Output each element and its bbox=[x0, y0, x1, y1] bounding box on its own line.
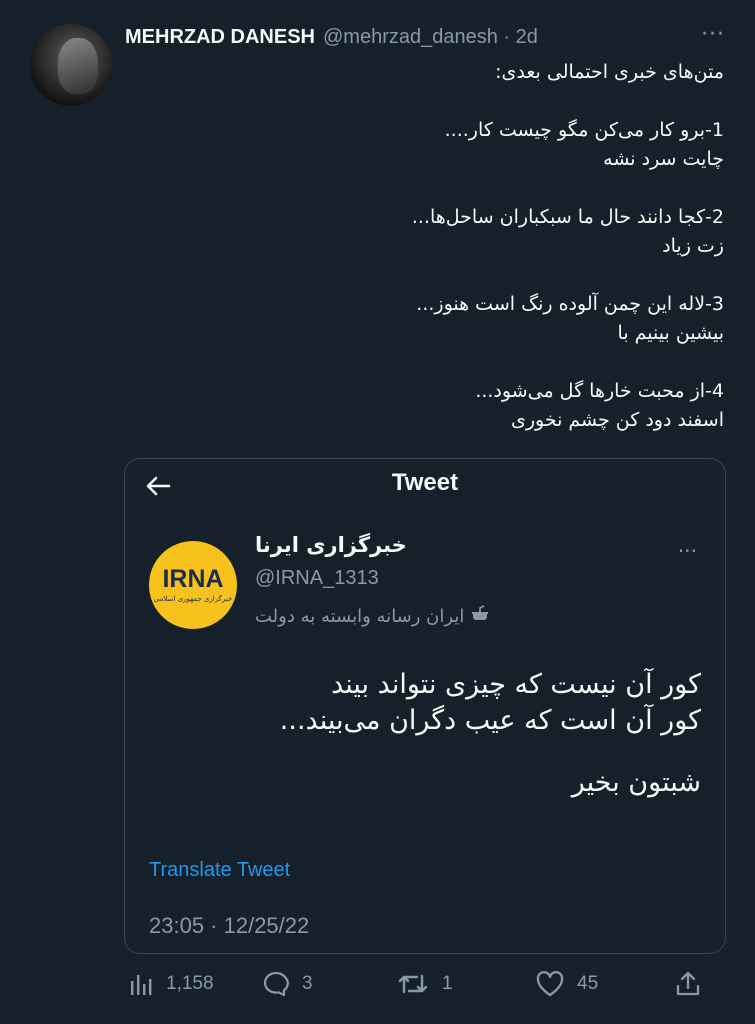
quoted-author-handle[interactable]: @IRNA_1313 bbox=[255, 567, 379, 590]
tweet-line bbox=[124, 348, 724, 377]
author-handle[interactable]: @mehrzad_danesh · 2d bbox=[323, 26, 538, 49]
retweet-action[interactable]: 1 bbox=[396, 966, 453, 1002]
translate-tweet-link[interactable]: Translate Tweet bbox=[149, 859, 290, 882]
more-options-icon[interactable]: ··· bbox=[701, 22, 725, 47]
state-affiliated-text: ایران رسانه وابسته به دولت bbox=[255, 606, 465, 627]
author-name[interactable]: MEHRZAD DANESH bbox=[125, 26, 315, 49]
tweet-line bbox=[124, 261, 724, 290]
analytics-icon bbox=[128, 971, 154, 997]
retweet-count: 1 bbox=[442, 973, 453, 994]
quoted-more-icon[interactable]: ··· bbox=[678, 539, 697, 563]
quoted-card-header: Tweet bbox=[125, 459, 725, 515]
tweet-line: 2-کجا دانند حال ما سبکباران ساحل‌ها... bbox=[411, 206, 724, 228]
tweet-line: 1-برو کار می‌کن مگو چیست کار.... bbox=[444, 119, 724, 141]
retweet-icon bbox=[396, 970, 430, 998]
share-icon bbox=[674, 970, 702, 998]
tweet-line: 3-لاله این چمن آلوده رنگ است هنوز... bbox=[416, 293, 724, 315]
state-media-icon bbox=[470, 605, 490, 628]
tweet-line bbox=[124, 174, 724, 203]
views-action[interactable]: 1,158 bbox=[128, 966, 214, 1002]
tweet-line: اسفند دود کن چشم نخوری bbox=[510, 409, 724, 431]
irna-logo-word: IRNA bbox=[162, 565, 224, 593]
like-count: 45 bbox=[577, 973, 599, 994]
like-action[interactable]: 45 bbox=[535, 966, 598, 1002]
avatar-face bbox=[58, 38, 98, 94]
quoted-text-line: شبتون بخیر bbox=[571, 767, 701, 798]
tweet-line: بیشین بینیم با bbox=[617, 322, 724, 344]
quoted-author-name[interactable]: خبرگزاری ایرنا bbox=[255, 533, 407, 557]
quoted-timestamp[interactable]: 23:05 · 12/25/22 bbox=[149, 913, 309, 939]
quoted-card-title: Tweet bbox=[391, 469, 459, 496]
quoted-tweet-text: کور آن نیست که چیزی نتواند بیند کور آن ا… bbox=[161, 667, 701, 801]
tweet-line: چایت سرد نشه bbox=[603, 148, 724, 170]
irna-logo-subtitle: خبرگزاری جمهوری اسلامی bbox=[153, 595, 233, 603]
views-count: 1,158 bbox=[166, 973, 214, 994]
author-avatar[interactable] bbox=[30, 24, 112, 106]
quoted-screenshot-card[interactable]: Tweet IRNA خبرگزاری جمهوری اسلامی خبرگزا… bbox=[124, 458, 726, 954]
tweet-header: MEHRZAD DANESH @mehrzad_danesh · 2d bbox=[125, 24, 538, 50]
tweet-line: 4-از محبت خارها گل می‌شود... bbox=[475, 380, 724, 402]
share-action[interactable] bbox=[674, 966, 702, 1002]
state-affiliated-label: ایران رسانه وابسته به دولت bbox=[255, 605, 490, 628]
reply-icon bbox=[262, 970, 290, 998]
tweet-action-bar: 1,158 3 1 45 bbox=[0, 966, 755, 1006]
tweet-line bbox=[124, 87, 724, 116]
tweet-line: زت زیاد bbox=[662, 235, 724, 257]
tweet-line: متن‌های خبری احتمالی بعدی: bbox=[495, 61, 724, 83]
tweet-body: متن‌های خبری احتمالی بعدی: 1-برو کار می‌… bbox=[124, 58, 724, 435]
reply-action[interactable]: 3 bbox=[262, 966, 313, 1002]
heart-icon bbox=[535, 970, 565, 998]
irna-logo[interactable]: IRNA خبرگزاری جمهوری اسلامی bbox=[149, 541, 237, 629]
quoted-text-line: کور آن است که عیب دگران می‌بیند... bbox=[279, 705, 701, 736]
quoted-text-line: کور آن نیست که چیزی نتواند بیند bbox=[331, 669, 701, 700]
reply-count: 3 bbox=[302, 973, 313, 994]
quoted-text-line bbox=[161, 739, 701, 765]
